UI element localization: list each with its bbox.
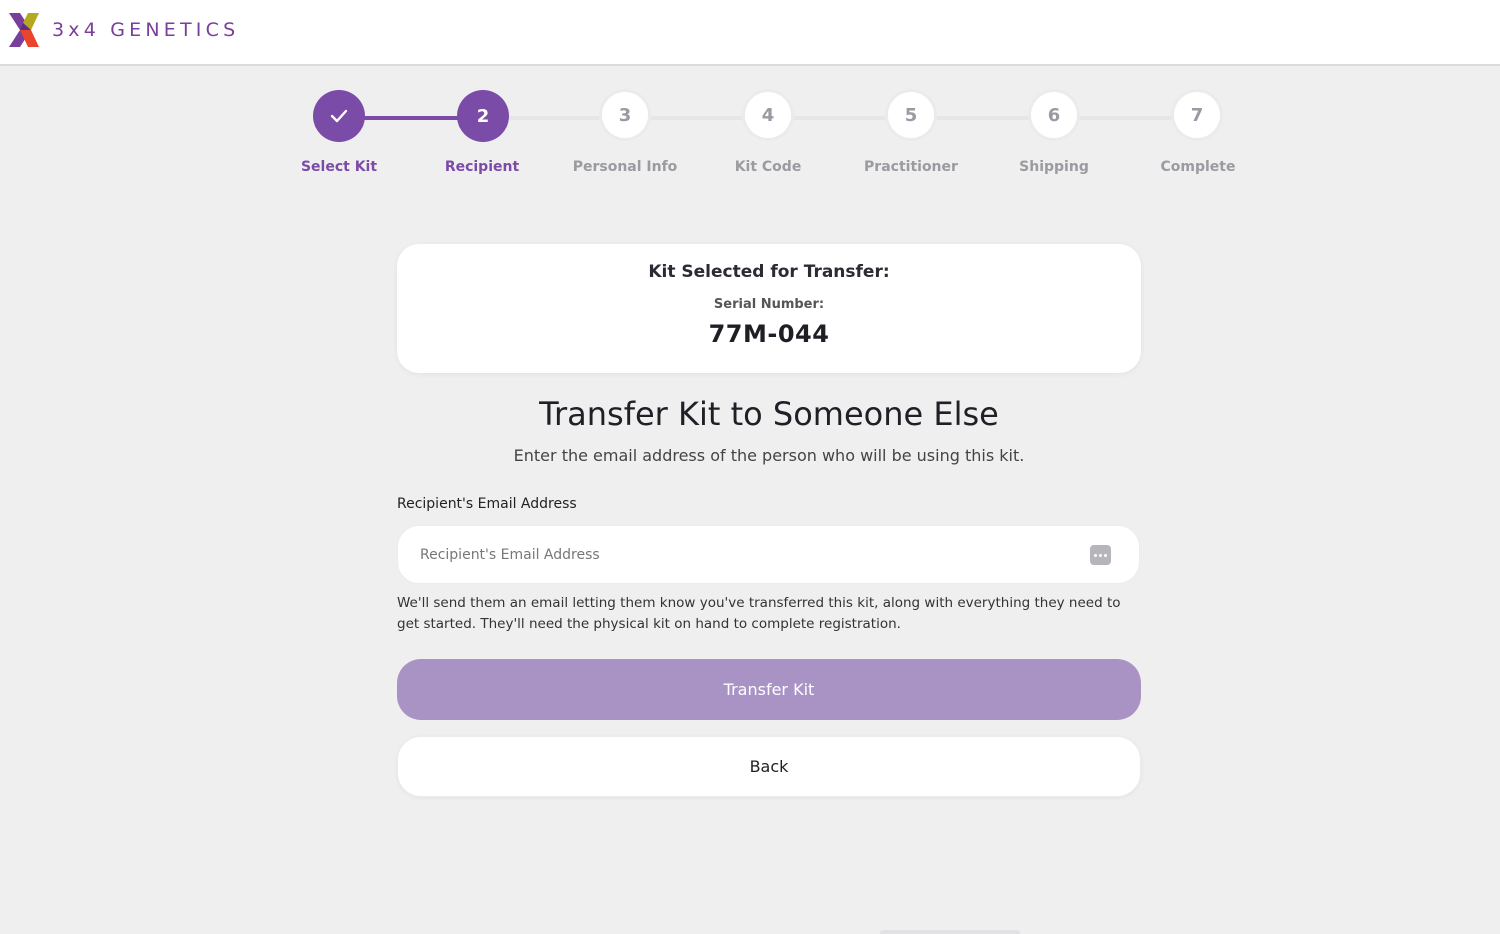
step-1-circle[interactable]: [313, 90, 365, 142]
step-7-label: Complete: [1160, 159, 1236, 175]
help-text: We'll send them an email letting them kn…: [397, 595, 1121, 632]
email-field-label: Recipient's Email Address: [397, 496, 577, 512]
step-7-circle: 7: [1174, 92, 1220, 138]
step-5-circle: 5: [888, 92, 934, 138]
step-2-circle[interactable]: 2: [457, 90, 509, 142]
checkmark-icon: [330, 109, 348, 123]
recipient-email-input[interactable]: [420, 526, 1070, 583]
bottom-edge-element: [880, 930, 1020, 934]
kit-selected-card: Kit Selected for Transfer: Serial Number…: [397, 244, 1141, 373]
back-button[interactable]: Back: [397, 736, 1141, 797]
step-1-label: Select Kit: [300, 159, 378, 175]
step-5-label: Practitioner: [864, 159, 958, 175]
step-3-circle: 3: [602, 92, 648, 138]
step-4-circle: 4: [745, 92, 791, 138]
step-6-circle: 6: [1031, 92, 1077, 138]
stepper-track-pending: [483, 116, 1198, 120]
page-subtitle: Enter the email address of the person wh…: [513, 446, 1025, 465]
serial-number-label: Serial Number:: [713, 297, 825, 312]
email-field-container: [397, 525, 1140, 584]
step-6-label: Shipping: [1019, 159, 1089, 175]
transfer-kit-button[interactable]: Transfer Kit: [397, 659, 1141, 720]
step-2-label: Recipient: [444, 159, 520, 175]
serial-number-value: 77M-044: [708, 320, 830, 348]
progress-stepper: Select Kit 2 Recipient 3 Personal Info 4…: [0, 0, 1500, 200]
password-manager-icon[interactable]: [1090, 545, 1111, 565]
kit-card-title: Kit Selected for Transfer:: [648, 262, 890, 282]
step-3-label: Personal Info: [572, 159, 678, 175]
page-title: Transfer Kit to Someone Else: [539, 395, 999, 433]
step-4-label: Kit Code: [734, 159, 802, 175]
